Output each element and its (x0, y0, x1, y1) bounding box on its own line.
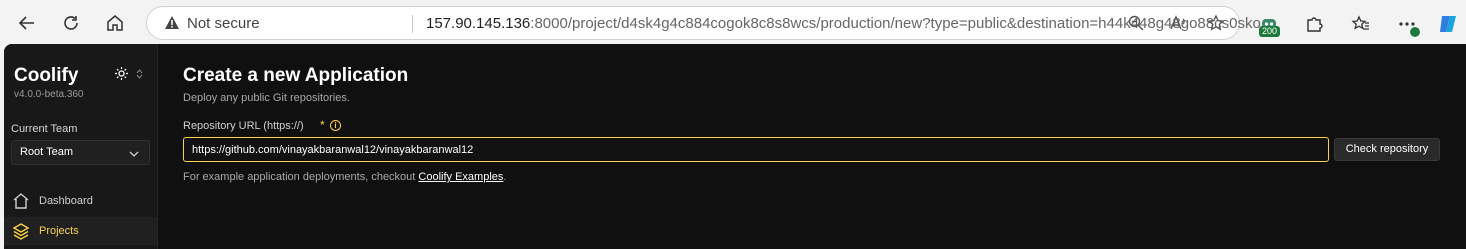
address-separator (412, 15, 413, 33)
sidebar-item-projects[interactable]: Projects (4, 217, 157, 245)
address-bar[interactable]: Not secure 157.90.145.136:8000/project/d… (146, 6, 1261, 40)
repository-url-input[interactable] (183, 137, 1329, 162)
required-marker: * (320, 118, 325, 132)
sidebar-item-label: Dashboard (39, 195, 93, 207)
favorite-star-icon[interactable] (1207, 14, 1225, 37)
extensions-puzzle-icon[interactable] (1300, 10, 1328, 38)
layers-icon (12, 222, 30, 245)
home-icon[interactable] (102, 10, 128, 36)
brand-name[interactable]: Coolify (14, 65, 78, 87)
coolify-examples-link[interactable]: Coolify Examples (418, 171, 503, 183)
home-icon (12, 192, 30, 215)
team-select-value: Root Team (20, 146, 73, 158)
repository-url-label: Repository URL (https://) (183, 120, 304, 132)
theme-sun-icon[interactable] (115, 67, 128, 83)
zoom-icon[interactable] (1127, 14, 1145, 37)
current-team-label: Current Team (11, 123, 78, 135)
page-subtitle: Deploy any public Git repositories. (183, 92, 350, 104)
url-host: 157.90.145.136 (426, 15, 531, 32)
browser-toolbar: Not secure 157.90.145.136:8000/project/d… (0, 0, 1466, 44)
info-icon[interactable]: i (330, 120, 341, 131)
not-secure-label[interactable]: Not secure (187, 15, 260, 32)
helper-prefix: For example application deployments, che… (183, 171, 419, 183)
sidebar: Coolify v4.0.0-beta.360 Current Team Roo… (4, 44, 158, 249)
sidebar-item-dashboard[interactable]: Dashboard (4, 187, 157, 215)
copilot-icon[interactable] (1434, 10, 1462, 38)
chevron-down-icon (129, 146, 139, 164)
back-icon[interactable] (14, 10, 40, 36)
helper-suffix: . (503, 171, 507, 183)
extension-count-badge: 200 (1259, 26, 1281, 37)
version-label: v4.0.0-beta.360 (14, 89, 84, 100)
team-select[interactable]: Root Team (11, 140, 150, 165)
helper-text: For example application deployments, che… (183, 171, 506, 183)
read-aloud-icon[interactable] (1169, 14, 1187, 37)
theme-toggle-caret-icon[interactable] (136, 69, 143, 81)
check-repository-button[interactable]: Check repository (1334, 138, 1440, 161)
favorites-icon[interactable] (1347, 10, 1375, 38)
url-path: :8000/project/d4sk4g4c884cogok8c8s8wcs/p… (530, 15, 1261, 32)
page-title: Create a new Application (183, 65, 409, 86)
warning-icon[interactable] (164, 15, 180, 36)
refresh-icon[interactable] (58, 10, 84, 36)
sidebar-item-label: Projects (39, 225, 79, 237)
update-dot (1409, 26, 1421, 38)
app-window: Coolify v4.0.0-beta.360 Current Team Roo… (4, 44, 1466, 249)
